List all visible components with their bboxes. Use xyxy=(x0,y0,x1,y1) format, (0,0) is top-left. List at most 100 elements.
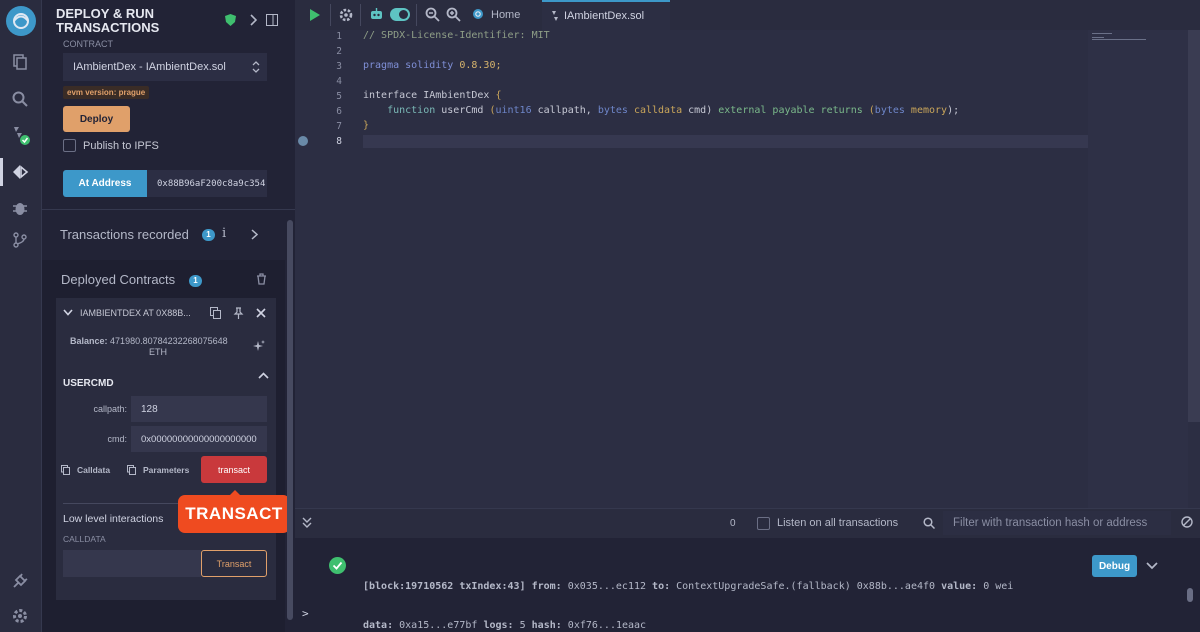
terminal-prompt[interactable]: > xyxy=(302,607,309,620)
cmd-input[interactable]: 0x00000000000000000000 xyxy=(131,426,267,452)
code-token: ); xyxy=(947,105,960,116)
tx-to-label: to: xyxy=(652,581,671,592)
transact-button[interactable]: transact xyxy=(201,456,267,483)
deploy-run-icon[interactable] xyxy=(9,161,31,183)
current-line-highlight xyxy=(363,135,1088,148)
contract-select[interactable]: IAmbientDex - IAmbientDex.sol xyxy=(63,53,267,81)
tx-hash-label: hash: xyxy=(531,620,562,631)
contract-select-value: IAmbientDex - IAmbientDex.sol xyxy=(73,61,226,73)
deploy-button[interactable]: Deploy xyxy=(63,106,130,132)
chevron-up-icon[interactable] xyxy=(258,372,269,379)
parameters-link[interactable]: Parameters xyxy=(143,465,189,475)
active-indicator xyxy=(0,158,3,186)
robot-icon[interactable] xyxy=(369,7,384,22)
code-token: bytes xyxy=(874,105,905,116)
at-address-input[interactable]: 0x88B96aF200c8a9c354 xyxy=(147,170,267,197)
line-number: 5 xyxy=(336,91,342,102)
terminal-scrollbar[interactable] xyxy=(1187,588,1193,602)
tab-iambientdex-label: IAmbientDex.sol xyxy=(564,10,645,22)
debug-button[interactable]: Debug xyxy=(1092,555,1137,577)
debugger-icon[interactable] xyxy=(9,197,31,219)
callpath-input[interactable]: 128 xyxy=(131,396,267,422)
run-icon[interactable] xyxy=(309,8,321,22)
evm-version-badge: evm version: prague xyxy=(63,86,150,99)
code-line-1: // SPDX-License-Identifier: MIT xyxy=(363,30,550,41)
code-token: bytes xyxy=(597,105,628,116)
copy-parameters-icon[interactable] xyxy=(127,465,136,475)
tx-to: ContextUpgradeSafe.(fallback) 0x88b...ae… xyxy=(676,581,936,592)
icon-rail xyxy=(0,0,42,632)
git-icon[interactable] xyxy=(9,229,31,251)
filter-input[interactable]: Filter with transaction hash or address xyxy=(943,511,1171,535)
tab-iambientdex[interactable]: IAmbientDex.sol xyxy=(542,0,670,30)
toolbar-divider xyxy=(330,4,331,26)
settings-gear-icon[interactable] xyxy=(9,605,31,627)
transactions-count-badge: 1 xyxy=(202,229,215,241)
code-token: interface xyxy=(363,90,418,101)
code-editor[interactable] xyxy=(295,30,1200,508)
listen-all-checkbox[interactable] xyxy=(757,517,770,530)
code-token: { xyxy=(495,90,502,101)
panel-title-line1: DEPLOY & RUN xyxy=(56,6,154,21)
tab-home[interactable]: Home xyxy=(468,0,542,30)
tx-data-label: data: xyxy=(363,620,394,631)
line-number: 1 xyxy=(336,31,342,42)
clear-console-icon[interactable] xyxy=(1181,516,1193,528)
plugin-manager-icon[interactable] xyxy=(9,570,31,592)
code-token: userCmd xyxy=(435,105,490,116)
chevron-right-icon[interactable] xyxy=(249,14,257,26)
minimap[interactable] xyxy=(1088,30,1188,508)
code-token: uint16 xyxy=(495,105,532,116)
transactions-recorded-label[interactable]: Transactions recorded xyxy=(60,227,189,242)
calldata-link[interactable]: Calldata xyxy=(77,465,110,475)
zoom-in-icon[interactable] xyxy=(446,7,461,22)
calldata-input[interactable] xyxy=(63,550,201,577)
tx-logs: 5 xyxy=(519,620,526,631)
calldata-field-label: CALLDATA xyxy=(63,534,106,544)
trash-icon[interactable] xyxy=(256,273,267,285)
instance-title: IAMBIENTDEX AT 0X88B... xyxy=(80,308,191,318)
tx-hash: 0xf76...1eaac xyxy=(567,620,647,631)
line-number: 7 xyxy=(336,121,342,132)
copy-calldata-icon[interactable] xyxy=(61,465,70,475)
success-check-icon xyxy=(329,557,346,574)
line-number: 6 xyxy=(336,106,342,117)
shield-icon[interactable] xyxy=(225,14,236,26)
low-level-interactions-title: Low level interactions xyxy=(63,513,164,525)
code-token: external payable xyxy=(718,105,815,116)
toolbar-divider xyxy=(416,4,417,26)
remix-logo-icon[interactable] xyxy=(6,6,36,36)
panel-title: DEPLOY & RUN TRANSACTIONS xyxy=(56,7,159,35)
chevron-right-icon[interactable] xyxy=(251,229,258,240)
info-icon[interactable]: i xyxy=(222,226,226,241)
tx-value-label: value: xyxy=(941,581,978,592)
collapse-terminal-icon[interactable] xyxy=(302,517,312,529)
search-icon[interactable] xyxy=(9,88,31,110)
publish-ipfs-checkbox[interactable] xyxy=(63,139,76,152)
at-address-button[interactable]: At Address xyxy=(63,170,147,197)
low-level-transact-button[interactable]: Transact xyxy=(201,550,267,577)
line-number: 4 xyxy=(336,76,342,87)
tx-from: 0x035...ec112 xyxy=(567,581,647,592)
zoom-out-icon[interactable] xyxy=(425,7,440,22)
pin-icon[interactable] xyxy=(233,307,244,319)
solidity-compiler-icon[interactable] xyxy=(9,124,31,146)
ai-toggle[interactable] xyxy=(390,8,410,21)
function-name: USERCMD xyxy=(63,378,114,389)
code-line-5: interface IAmbientDex { xyxy=(363,90,502,101)
copy-icon[interactable] xyxy=(210,307,221,319)
panel-toggle-icon[interactable] xyxy=(266,14,278,26)
close-icon[interactable] xyxy=(256,308,266,318)
panel-scrollbar[interactable] xyxy=(287,220,293,620)
chevron-down-icon[interactable] xyxy=(1146,562,1158,570)
tx-from-label: from: xyxy=(531,581,562,592)
chevron-down-icon[interactable] xyxy=(63,309,73,316)
remix-home-icon xyxy=(472,8,484,20)
file-explorer-icon[interactable] xyxy=(9,51,31,73)
settings-gear-icon[interactable] xyxy=(338,7,354,23)
breakpoint-marker[interactable] xyxy=(298,136,308,146)
balance-text: Balance: 471980.80784232268075648 ETH xyxy=(70,336,228,358)
tx-log-entry[interactable]: [block:19710562 txIndex:43] from: 0x035.… xyxy=(363,554,1013,632)
editor-scrollbar[interactable] xyxy=(1188,30,1200,422)
sparkle-icon[interactable] xyxy=(252,339,266,353)
